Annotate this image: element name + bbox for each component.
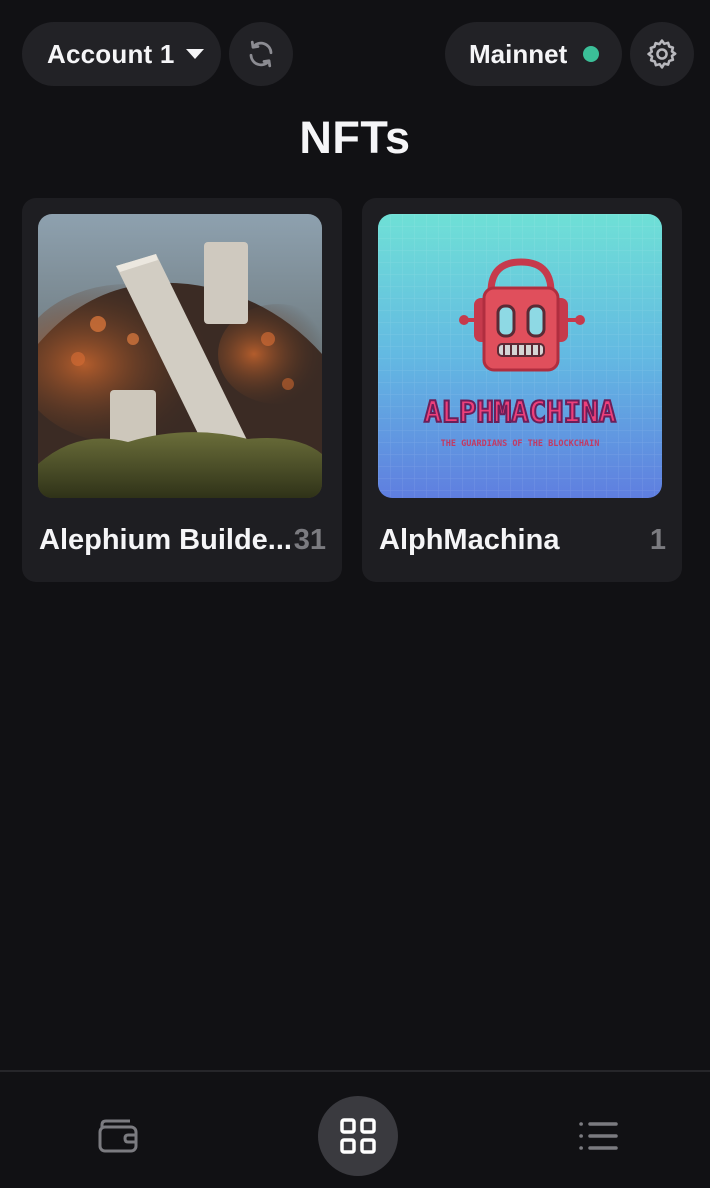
wallet-icon [98, 1119, 138, 1153]
settings-button[interactable] [630, 22, 694, 86]
collection-name: AlphMachina [379, 524, 560, 556]
nfts-grid-icon [340, 1118, 376, 1154]
collection-thumbnail: ALPHMACHINA THE GUARDIANS OF THE BLOCKCH… [378, 214, 662, 498]
alphmachina-robot-art: ALPHMACHINA THE GUARDIANS OF THE BLOCKCH… [378, 214, 662, 498]
nav-wallet[interactable] [78, 1096, 158, 1176]
nft-collection-card[interactable]: Alephium Builde... 31 [22, 198, 342, 582]
account-label: Account 1 [47, 38, 175, 69]
art-subtitle-text: THE GUARDIANS OF THE BLOCKCHAIN [441, 439, 600, 449]
collection-count: 31 [293, 524, 326, 556]
network-status-dot [583, 46, 600, 62]
chevron-down-icon [186, 49, 205, 59]
alephium-logo-art [38, 214, 322, 498]
collection-name: Alephium Builde... [39, 524, 292, 556]
collection-thumbnail [38, 214, 322, 498]
activity-list-icon [579, 1122, 618, 1150]
refresh-icon [249, 40, 273, 68]
nav-activity[interactable] [558, 1096, 638, 1176]
collection-count: 1 [649, 524, 666, 556]
page-title: NFTs [299, 112, 411, 163]
refresh-button[interactable] [229, 22, 293, 86]
network-label: Mainnet [469, 38, 568, 69]
bottom-navigation [0, 1070, 710, 1188]
nft-collection-card[interactable]: ALPHMACHINA THE GUARDIANS OF THE BLOCKCH… [362, 198, 682, 582]
gear-icon [647, 39, 677, 69]
network-button[interactable]: Mainnet [445, 22, 622, 86]
nav-nfts[interactable] [318, 1096, 398, 1176]
account-selector-button[interactable]: Account 1 [22, 22, 221, 86]
art-title-text: ALPHMACHINA [424, 395, 616, 429]
